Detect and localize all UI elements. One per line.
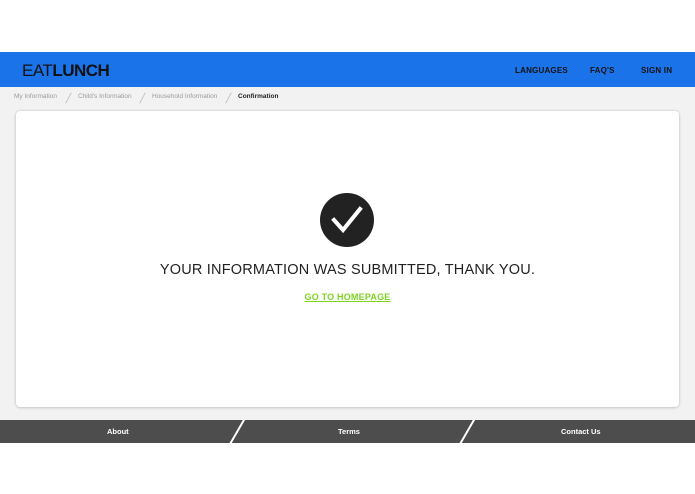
footer-terms-link[interactable]: Terms bbox=[338, 427, 360, 436]
footer-bar: About Terms Contact Us bbox=[0, 420, 695, 443]
top-navigation-bar: EATLUNCH LANGUAGES FAQ'S SIGN IN bbox=[0, 52, 695, 87]
breadcrumb-my-information[interactable]: My Information bbox=[14, 93, 57, 100]
go-to-homepage-container: GO TO HOMEPAGE bbox=[0, 287, 695, 305]
footer-separator bbox=[458, 420, 476, 443]
nav-sign-in-link[interactable]: SIGN IN bbox=[641, 66, 672, 75]
confirmation-card bbox=[16, 111, 679, 407]
nav-languages-link[interactable]: LANGUAGES bbox=[515, 66, 568, 75]
nav-faqs-link[interactable]: FAQ'S bbox=[590, 66, 615, 75]
breadcrumb-confirmation: Confirmation bbox=[238, 93, 279, 100]
breadcrumb-childs-information[interactable]: Child's Information bbox=[78, 93, 132, 100]
footer-about-link[interactable]: About bbox=[107, 427, 129, 436]
logo-eat-text: EAT bbox=[22, 61, 53, 80]
breadcrumb-household-information[interactable]: Household Information bbox=[152, 93, 217, 100]
confirmation-message: YOUR INFORMATION WAS SUBMITTED, THANK YO… bbox=[159, 262, 536, 278]
logo-lunch-text: LUNCH bbox=[52, 61, 110, 80]
go-to-homepage-link[interactable]: GO TO HOMEPAGE bbox=[305, 292, 391, 302]
footer-separator bbox=[228, 420, 246, 443]
checkmark-circle-icon bbox=[320, 193, 374, 247]
footer-contact-us-link[interactable]: Contact Us bbox=[561, 427, 601, 436]
eatlunch-logo[interactable]: EATLUNCH bbox=[22, 61, 110, 81]
